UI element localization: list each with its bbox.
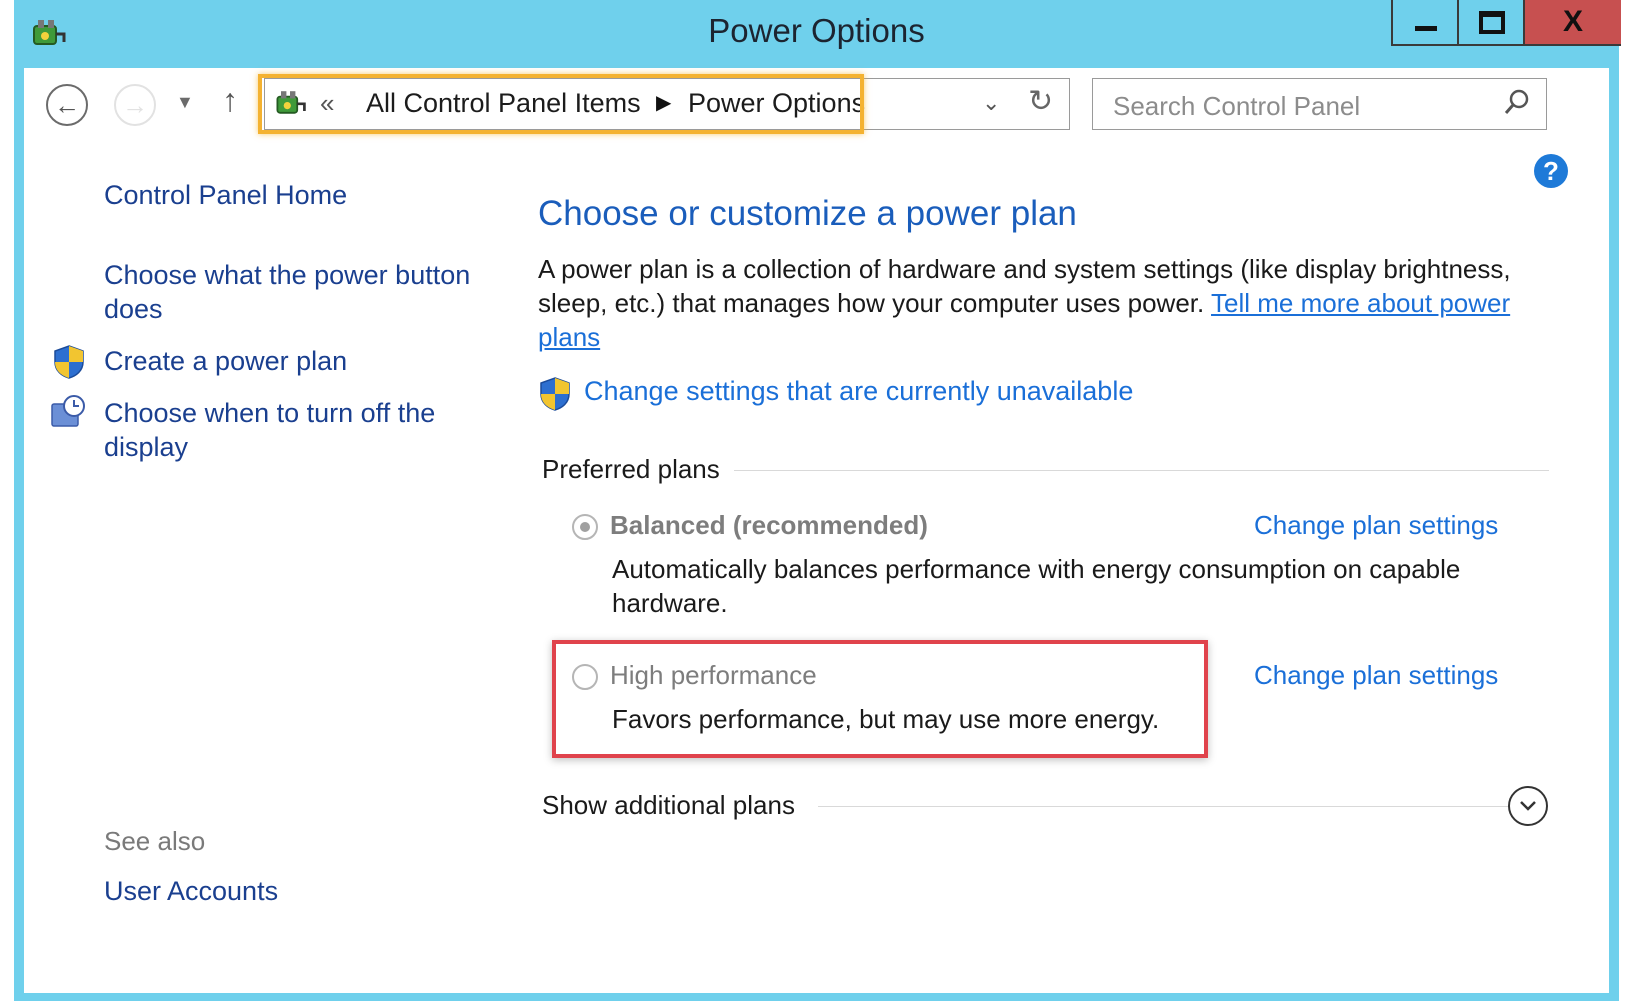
minimize-button[interactable] bbox=[1391, 0, 1459, 46]
balanced-plan-radio[interactable] bbox=[572, 514, 598, 540]
uac-shield-icon bbox=[540, 377, 570, 411]
high-performance-highlight-box bbox=[552, 640, 1208, 758]
address-dropdown-icon[interactable]: ⌄ bbox=[982, 90, 1000, 116]
forward-arrow-icon: → bbox=[122, 89, 148, 120]
maximize-button[interactable] bbox=[1457, 0, 1525, 46]
search-placeholder: Search Control Panel bbox=[1113, 91, 1361, 121]
page-title: Choose or customize a power plan bbox=[538, 194, 1077, 233]
back-arrow-icon: ← bbox=[54, 89, 80, 120]
radio-selected-dot bbox=[580, 522, 590, 532]
search-icon[interactable] bbox=[1502, 87, 1532, 117]
chevron-down-icon: ▼ bbox=[176, 92, 194, 112]
chevron-down-icon bbox=[1520, 801, 1536, 811]
close-button[interactable]: X bbox=[1523, 0, 1621, 46]
window-title: Power Options bbox=[708, 12, 925, 49]
user-accounts-link[interactable]: User Accounts bbox=[104, 876, 278, 907]
divider bbox=[734, 470, 1549, 471]
power-options-window: Power Options X ← → ▼ ↑ « All Control Pa… bbox=[14, 0, 1621, 1001]
see-also-label: See also bbox=[104, 826, 206, 856]
turn-off-display-link[interactable]: Choose when to turn off the display bbox=[104, 396, 464, 464]
back-button[interactable]: ← bbox=[46, 84, 88, 126]
window-client-area: ← → ▼ ↑ « All Control Panel Items ▶ Powe… bbox=[24, 68, 1609, 993]
create-power-plan-link[interactable]: Create a power plan bbox=[104, 344, 347, 378]
maximize-icon bbox=[1479, 10, 1505, 34]
show-additional-plans-label[interactable]: Show additional plans bbox=[542, 790, 809, 821]
recent-locations-button[interactable]: ▼ bbox=[176, 92, 194, 113]
balanced-plan-description: Automatically balances performance with … bbox=[612, 554, 1461, 618]
balanced-plan-name[interactable]: Balanced (recommended) bbox=[610, 510, 928, 541]
divider bbox=[818, 806, 1508, 807]
high-performance-change-plan-settings-link[interactable]: Change plan settings bbox=[1254, 660, 1498, 691]
help-icon[interactable]: ? bbox=[1534, 154, 1568, 188]
title-bar[interactable]: Power Options X bbox=[14, 0, 1621, 68]
forward-button[interactable]: → bbox=[114, 84, 156, 126]
up-button[interactable]: ↑ bbox=[222, 82, 238, 119]
power-button-link[interactable]: Choose what the power button does bbox=[104, 258, 494, 326]
change-unavailable-settings-link[interactable]: Change settings that are currently unava… bbox=[584, 376, 1133, 407]
search-input[interactable]: Search Control Panel bbox=[1092, 78, 1547, 130]
control-panel-home-link[interactable]: Control Panel Home bbox=[104, 178, 347, 212]
display-timer-icon bbox=[51, 395, 85, 427]
uac-shield-icon bbox=[54, 345, 84, 379]
minimize-icon bbox=[1415, 25, 1437, 31]
refresh-icon[interactable]: ↻ bbox=[1028, 84, 1053, 119]
close-icon: X bbox=[1562, 5, 1583, 38]
up-arrow-icon: ↑ bbox=[222, 82, 238, 118]
balanced-change-plan-settings-link[interactable]: Change plan settings bbox=[1254, 510, 1498, 541]
power-plan-description: A power plan is a collection of hardware… bbox=[538, 252, 1548, 354]
expand-additional-plans-button[interactable] bbox=[1508, 786, 1548, 826]
address-highlight-box bbox=[258, 74, 864, 134]
preferred-plans-label: Preferred plans bbox=[542, 454, 734, 485]
